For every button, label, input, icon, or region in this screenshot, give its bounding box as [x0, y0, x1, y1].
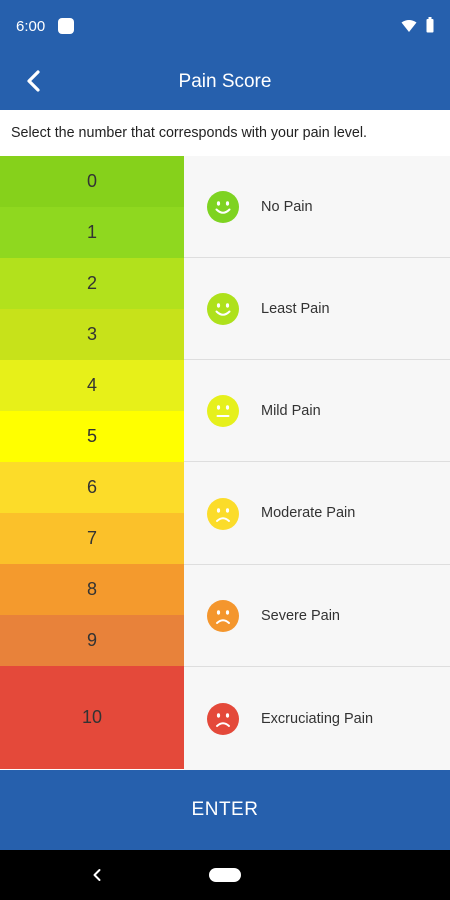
pain-level-label: Moderate Pain — [261, 505, 356, 521]
pain-level-label: No Pain — [261, 198, 313, 215]
status-bar: 6:00 — [0, 0, 450, 52]
instruction-text: Select the number that corresponds with … — [11, 125, 368, 141]
scale-cell-1[interactable]: 1 — [0, 207, 184, 258]
scale-cell-2[interactable]: 2 — [0, 258, 184, 309]
neutral-face-icon — [207, 395, 239, 427]
nav-back-icon[interactable] — [88, 866, 106, 884]
scale-cell-8[interactable]: 8 — [0, 564, 184, 615]
scale-cell-4[interactable]: 4 — [0, 360, 184, 411]
pain-level-row[interactable]: Severe Pain — [184, 565, 450, 667]
smile-face-icon — [207, 191, 239, 223]
enter-button[interactable]: ENTER — [0, 770, 450, 850]
scale-cell-10[interactable]: 10 — [0, 666, 184, 769]
pain-level-row[interactable]: Moderate Pain — [184, 462, 450, 565]
system-nav-bar — [0, 850, 450, 900]
frown-face-icon — [207, 497, 239, 530]
pain-level-label: Least Pain — [261, 300, 330, 317]
pain-level-row[interactable]: Least Pain — [184, 258, 450, 360]
app-bar: Pain Score — [0, 52, 450, 110]
pain-level-row[interactable]: No Pain — [184, 156, 450, 258]
frown-face-icon — [207, 702, 239, 735]
scale-cell-0[interactable]: 0 — [0, 156, 184, 207]
frown-face-icon — [207, 600, 239, 632]
smile-face-icon — [207, 293, 239, 325]
notification-icon — [58, 18, 74, 34]
pain-level-row[interactable]: Mild Pain — [184, 360, 450, 462]
pain-scale: 0 1 2 3 4 5 6 7 8 9 10 — [0, 156, 184, 770]
nav-home-button[interactable] — [209, 868, 241, 882]
battery-icon — [426, 17, 434, 33]
pain-level-label: Mild Pain — [261, 402, 321, 419]
pain-level-label: Severe Pain — [261, 607, 340, 624]
pain-level-label: Excruciating Pain — [261, 710, 374, 727]
scale-cell-5[interactable]: 5 — [0, 411, 184, 462]
scale-cell-9[interactable]: 9 — [0, 615, 184, 666]
wifi-icon — [401, 20, 417, 32]
pain-level-row[interactable]: Excruciating Pain — [184, 667, 450, 770]
scale-cell-7[interactable]: 7 — [0, 513, 184, 564]
pain-level-list: No Pain Least Pain Mild Pain Moderate Pain S… — [184, 156, 450, 770]
status-time: 6:00 — [16, 18, 46, 35]
scale-cell-3[interactable]: 3 — [0, 309, 184, 360]
scale-cell-6[interactable]: 6 — [0, 462, 184, 513]
page-title: Pain Score — [178, 71, 272, 92]
